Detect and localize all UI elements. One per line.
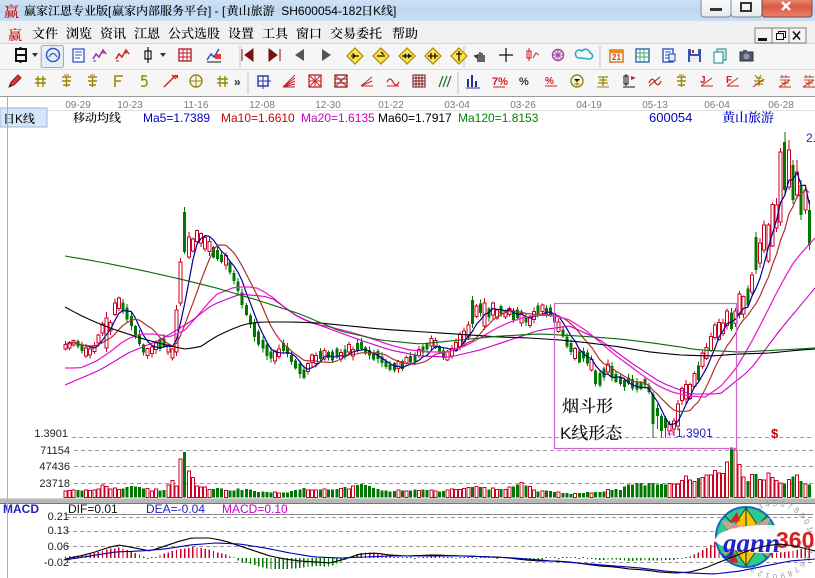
svg-text:Ma60=1.7917: Ma60=1.7917 [378,111,452,125]
svg-text:MACD=0.10: MACD=0.10 [222,502,288,516]
svg-text:12-30: 12-30 [315,100,341,111]
svg-text:$: $ [771,426,779,441]
svg-text:Ma10=1.6610: Ma10=1.6610 [221,111,295,125]
svg-text:%: % [519,76,529,88]
svg-text:]: ] [393,4,396,18]
svg-text:47436: 47436 [39,461,70,473]
svg-text:04-19: 04-19 [576,100,602,111]
svg-text:0.13: 0.13 [48,525,69,537]
svg-text:5: 5 [773,499,778,508]
svg-text:0.21: 0.21 [48,511,69,523]
svg-text:MACD: MACD [3,502,39,516]
svg-text:8: 8 [785,568,793,578]
svg-text:] - [: ] - [ [208,4,226,18]
svg-text:12-08: 12-08 [249,100,275,111]
svg-text:0: 0 [772,572,777,578]
svg-text:01-22: 01-22 [378,100,404,111]
svg-text:09-29: 09-29 [65,100,91,111]
svg-text:0.06: 0.06 [48,541,69,553]
svg-text:K: K [373,4,381,18]
svg-text:K: K [15,112,23,126]
svg-text:K: K [560,424,572,443]
svg-text:06-28: 06-28 [768,100,794,111]
svg-text:03-04: 03-04 [444,100,470,111]
svg-text:9: 9 [779,571,786,578]
svg-text:21: 21 [612,53,621,62]
svg-text:11-16: 11-16 [184,100,209,111]
svg-text:Ma20=1.6135: Ma20=1.6135 [301,111,375,125]
svg-text:1: 1 [764,571,771,578]
svg-text:03-26: 03-26 [510,100,536,111]
svg-text:Ma5=1.7389: Ma5=1.7389 [143,111,210,125]
svg-text:%: % [545,76,554,87]
svg-text:71154: 71154 [40,445,70,457]
svg-text:SH600054-182: SH600054-182 [275,4,363,18]
svg-text:DEA=-0.04: DEA=-0.04 [146,502,205,516]
svg-text:7%: 7% [492,76,508,88]
svg-text:0: 0 [802,518,812,527]
svg-text:2.: 2. [806,131,815,145]
svg-text:gann: gann [722,528,780,558]
svg-text:DIF=0.01: DIF=0.01 [68,502,118,516]
svg-text:1.3901: 1.3901 [676,426,713,440]
svg-text:600054: 600054 [649,110,692,125]
svg-text:6: 6 [780,499,787,509]
svg-text:23718: 23718 [39,478,70,490]
svg-text:10-23: 10-23 [117,100,143,111]
svg-text:06-04: 06-04 [704,100,730,111]
svg-text:Ma120=1.8153: Ma120=1.8153 [458,111,539,125]
svg-text:1.3901: 1.3901 [34,428,68,440]
svg-text:»: » [234,75,241,89]
